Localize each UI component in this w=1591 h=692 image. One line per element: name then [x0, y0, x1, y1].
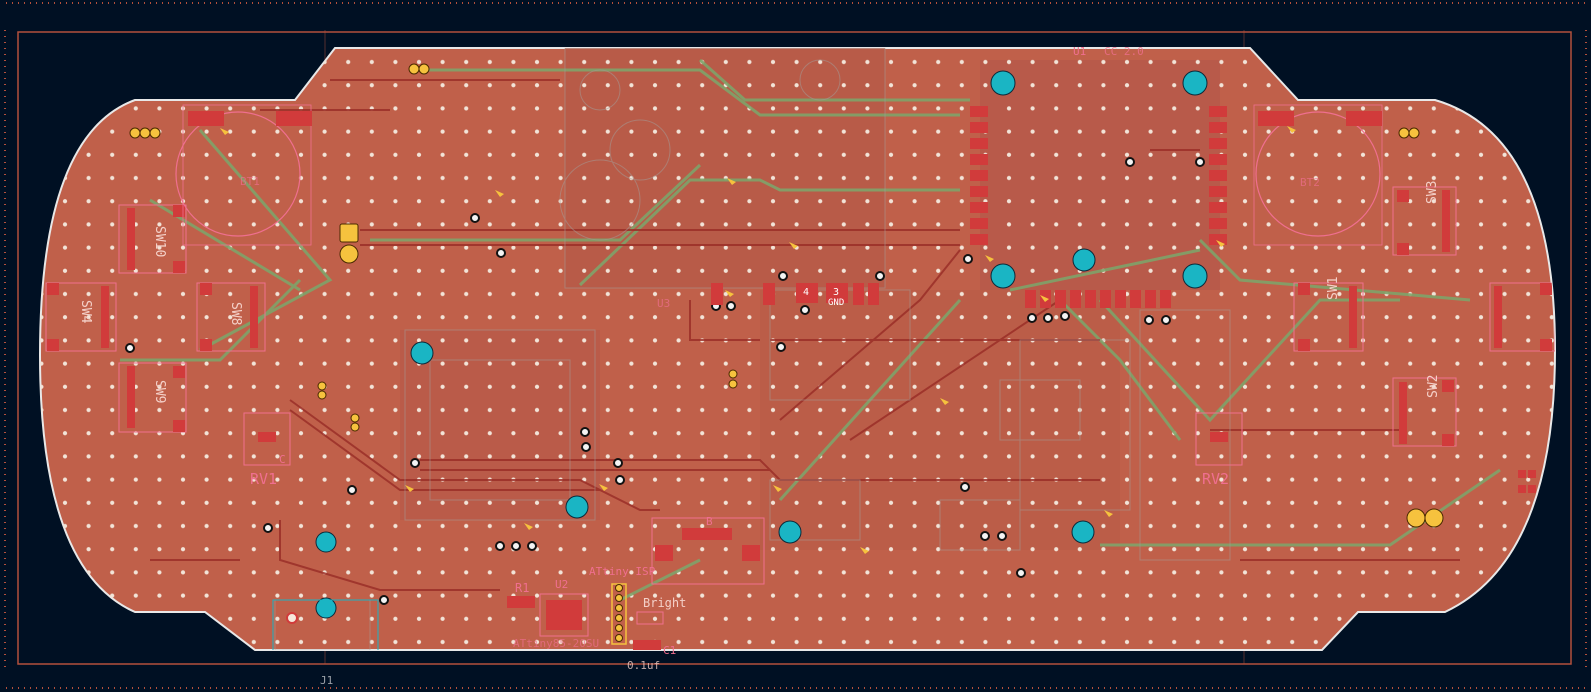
- attiny-part-label: ATtiny85-20SU: [513, 637, 599, 650]
- j1-label: J1: [320, 674, 333, 687]
- sw10-label: SW10: [152, 226, 167, 257]
- u1-label: U1: [1073, 45, 1086, 58]
- sw2-label: SW2: [1426, 375, 1441, 398]
- rv1-label: RV1: [250, 470, 277, 488]
- bt1-label: BT1: [240, 175, 260, 188]
- sw4-label: SW4: [78, 300, 93, 324]
- r1-label: R1: [515, 581, 529, 595]
- rv2-label: RV2: [1202, 470, 1229, 488]
- sw8-label: SW8: [228, 302, 243, 325]
- pcb-layout-canvas[interactable]: U1 CC 2.0 RV1 RV2 C B BT1 BT2 SW10 SW8 S…: [0, 0, 1591, 692]
- sw9-label: SW9: [152, 380, 167, 403]
- cap-value-label: 0.1uf: [627, 659, 660, 672]
- u2-label: U2: [555, 578, 568, 591]
- pad-3-label: 3: [833, 287, 839, 298]
- bt2-label: BT2: [1300, 176, 1320, 189]
- gnd-label: GND: [828, 298, 844, 308]
- sw3-label: SW3: [1425, 181, 1440, 204]
- u1-value-label: CC 2.0: [1104, 45, 1144, 58]
- bright-label: Bright: [643, 596, 686, 610]
- c1-label: C1: [663, 644, 676, 657]
- attiny-isp-label: ATtiny ISP: [589, 565, 656, 578]
- b-mark-label: B: [706, 515, 713, 528]
- c-mark-label: C: [279, 453, 286, 466]
- sw1-label: SW1: [1326, 277, 1341, 300]
- pad-4-label: 4: [803, 287, 809, 298]
- u3-label: U3: [657, 297, 670, 310]
